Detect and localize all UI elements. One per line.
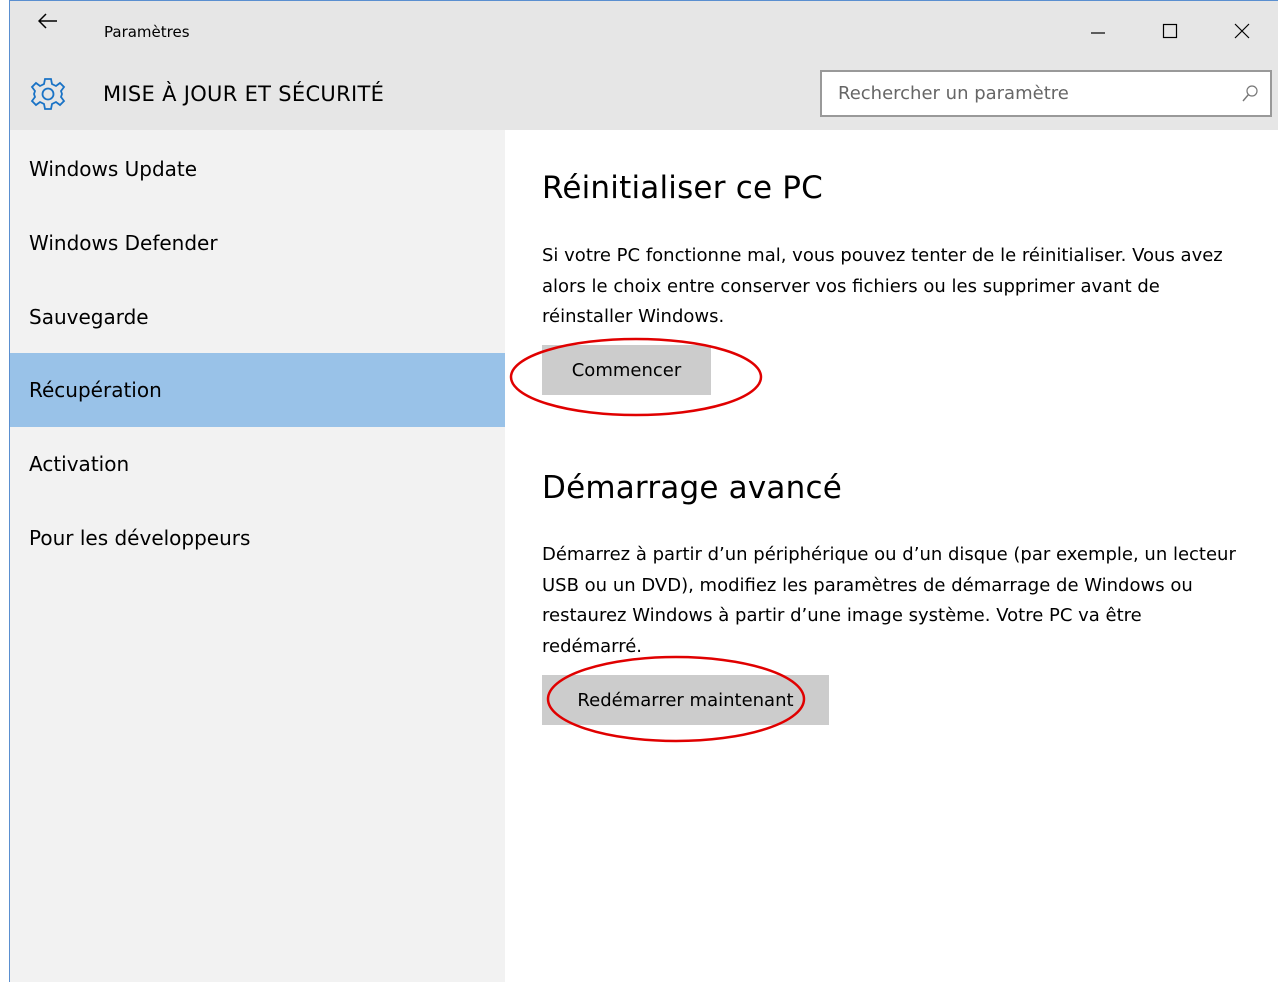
start-reset-button[interactable]: Commencer (542, 345, 711, 395)
sidebar-item-label: Windows Update (29, 157, 198, 181)
page-title: MISE À JOUR ET SÉCURITÉ (103, 82, 385, 106)
sidebar-item-windows-defender[interactable]: Windows Defender (10, 206, 505, 280)
advanced-startup-heading: Démarrage avancé (542, 470, 842, 506)
close-button[interactable] (1206, 1, 1278, 61)
restart-now-button[interactable]: Redémarrer maintenant (542, 675, 829, 725)
settings-window: Paramètres MISE À JOUR ET SÉCURITÉ Reche… (9, 0, 1278, 982)
arrow-left-icon (37, 13, 58, 33)
sidebar-item-activation[interactable]: Activation (10, 427, 505, 501)
sidebar-item-label: Sauvegarde (29, 305, 149, 329)
search-box[interactable] (820, 70, 1272, 117)
window-controls (1062, 1, 1278, 61)
search-icon[interactable] (1230, 72, 1270, 115)
sidebar-item-sauvegarde[interactable]: Sauvegarde (10, 280, 505, 354)
reset-description: Si votre PC fonctionne mal, vous pouvez … (542, 245, 1223, 327)
minimize-icon (1090, 23, 1106, 39)
reset-heading: Réinitialiser ce PC (542, 170, 824, 206)
title-bar: Paramètres (10, 1, 1278, 61)
gear-icon (30, 77, 66, 111)
header: Paramètres MISE À JOUR ET SÉCURITÉ Reche… (10, 1, 1278, 130)
sidebar-item-label: Récupération (29, 378, 162, 402)
app-title: Paramètres (104, 23, 190, 41)
maximize-icon (1162, 23, 1178, 39)
search-input[interactable] (822, 72, 1230, 115)
sidebar-item-label: Pour les développeurs (29, 526, 251, 550)
minimize-button[interactable] (1062, 1, 1134, 61)
close-icon (1234, 23, 1250, 39)
sidebar-item-label: Activation (29, 452, 130, 476)
sidebar-item-label: Windows Defender (29, 231, 218, 255)
sidebar-item-developpeurs[interactable]: Pour les développeurs (10, 501, 505, 575)
advanced-startup-description: Démarrez à partir d’un périphérique ou d… (542, 544, 1236, 657)
sidebar-item-windows-update[interactable]: Windows Update (10, 132, 505, 206)
sidebar-item-recuperation[interactable]: Récupération (10, 353, 505, 427)
maximize-button[interactable] (1134, 1, 1206, 61)
sidebar: Windows Update Windows Defender Sauvegar… (10, 130, 505, 982)
main-content: Réinitialiser ce PC Si votre PC fonction… (505, 130, 1278, 982)
back-button[interactable] (28, 13, 68, 49)
